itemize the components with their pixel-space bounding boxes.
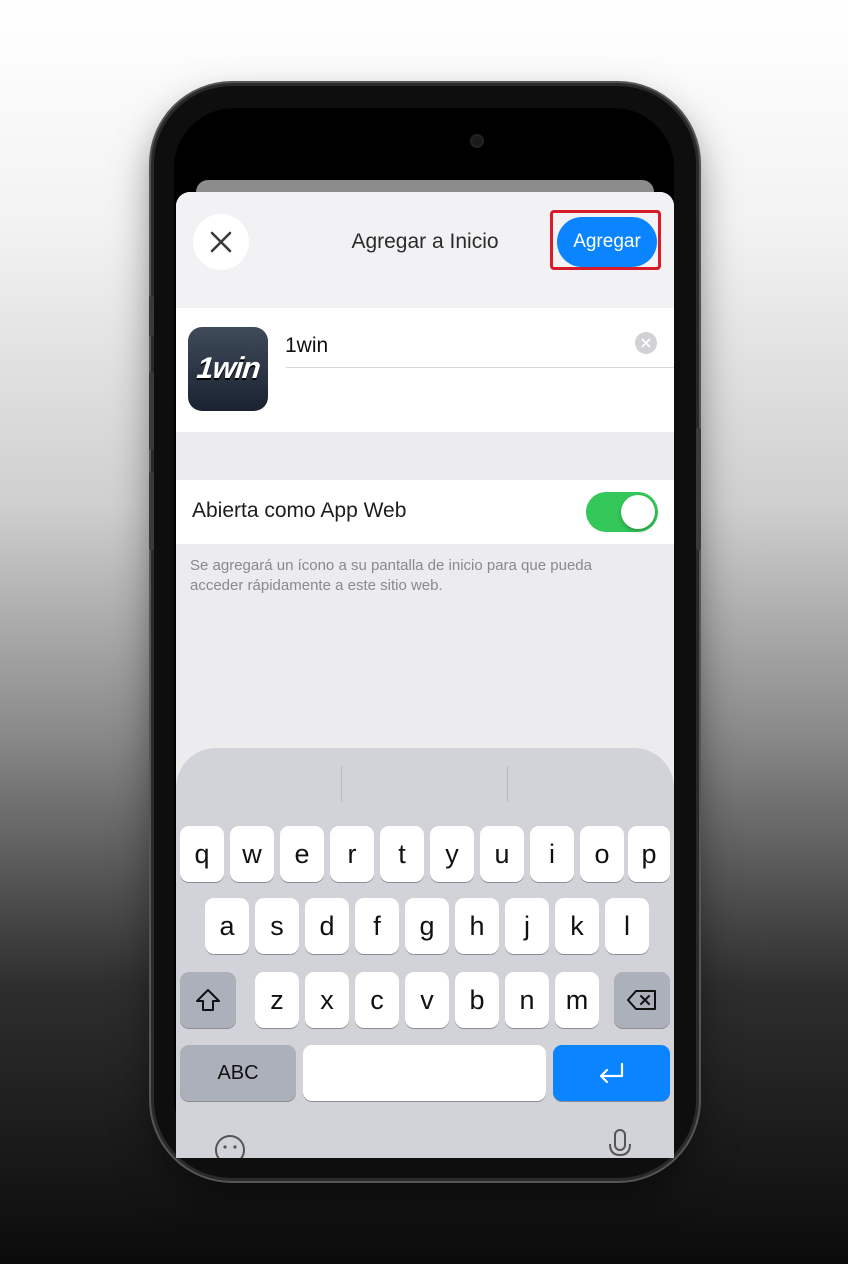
key-w[interactable]: w — [230, 826, 274, 882]
emoji-icon[interactable] — [213, 1133, 247, 1158]
key-q[interactable]: q — [180, 826, 224, 882]
key-z[interactable]: z — [255, 972, 299, 1028]
return-key[interactable] — [553, 1045, 670, 1101]
keyboard: q w e r t y u i o p a s d f g h j k l z … — [176, 748, 674, 1158]
shift-key[interactable] — [180, 972, 236, 1028]
key-c[interactable]: c — [355, 972, 399, 1028]
front-camera — [470, 134, 484, 148]
add-button[interactable]: Agregar — [557, 217, 657, 267]
abc-key[interactable]: ABC — [180, 1045, 296, 1101]
key-v[interactable]: v — [405, 972, 449, 1028]
key-b[interactable]: b — [455, 972, 499, 1028]
key-d[interactable]: d — [305, 898, 349, 954]
key-k[interactable]: k — [555, 898, 599, 954]
shift-icon — [196, 989, 220, 1011]
key-m[interactable]: m — [555, 972, 599, 1028]
delete-icon — [627, 990, 656, 1010]
microphone-icon[interactable] — [607, 1128, 633, 1158]
name-field-underline — [286, 367, 674, 368]
key-s[interactable]: s — [255, 898, 299, 954]
suggestion-divider — [341, 766, 342, 802]
key-e[interactable]: e — [280, 826, 324, 882]
toggle-knob — [621, 495, 655, 529]
volume-up-button — [149, 372, 154, 450]
volume-down-button — [149, 472, 154, 550]
key-n[interactable]: n — [505, 972, 549, 1028]
name-card: 1win — [176, 308, 674, 432]
webapp-toggle[interactable] — [586, 492, 658, 532]
key-t[interactable]: t — [380, 826, 424, 882]
key-y[interactable]: y — [430, 826, 474, 882]
footnote-text: Se agregará un ícono a su pantalla de in… — [190, 557, 592, 594]
app-icon: 1win — [188, 327, 268, 411]
app-icon-logo: 1win — [194, 352, 262, 385]
sheet-header: Agregar a Inicio Agregar — [176, 192, 674, 308]
add-to-home-sheet: Agregar a Inicio Agregar 1win Abierta co… — [176, 192, 674, 1158]
suggestion-divider — [507, 766, 508, 802]
return-icon — [599, 1062, 623, 1084]
clear-icon — [641, 338, 651, 348]
key-i[interactable]: i — [530, 826, 574, 882]
key-r[interactable]: r — [330, 826, 374, 882]
key-g[interactable]: g — [405, 898, 449, 954]
space-key[interactable] — [303, 1045, 546, 1101]
webapp-label: Abierta como App Web — [192, 499, 407, 522]
key-p[interactable]: p — [628, 826, 670, 882]
key-l[interactable]: l — [605, 898, 649, 954]
key-o[interactable]: o — [580, 826, 624, 882]
key-f[interactable]: f — [355, 898, 399, 954]
key-x[interactable]: x — [305, 972, 349, 1028]
key-u[interactable]: u — [480, 826, 524, 882]
clear-text-button[interactable] — [635, 332, 657, 354]
power-button — [696, 428, 701, 550]
key-a[interactable]: a — [205, 898, 249, 954]
key-h[interactable]: h — [455, 898, 499, 954]
webapp-row: Abierta como App Web — [176, 480, 674, 544]
key-j[interactable]: j — [505, 898, 549, 954]
name-field[interactable] — [285, 328, 615, 364]
delete-key[interactable] — [614, 972, 670, 1028]
action-button — [149, 296, 154, 336]
